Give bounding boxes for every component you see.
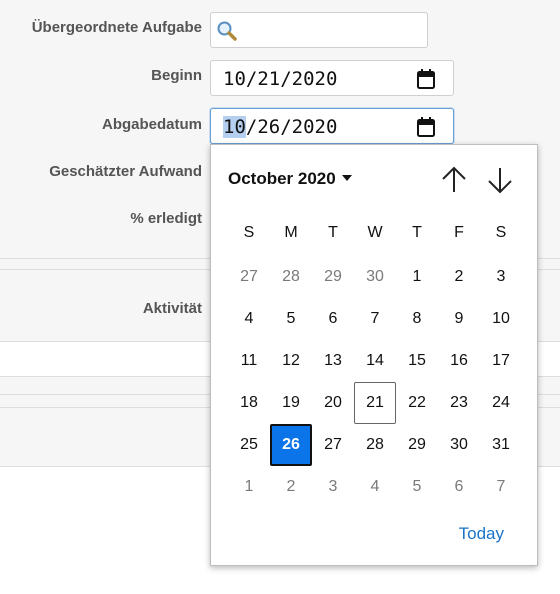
- calendar-day[interactable]: 23: [438, 382, 480, 424]
- calendar-day[interactable]: 2: [270, 466, 312, 508]
- calendar-day[interactable]: 4: [354, 466, 396, 508]
- weekday-label: S: [243, 224, 255, 241]
- calendar-day[interactable]: 24: [480, 382, 522, 424]
- parent-task-input[interactable]: [210, 12, 428, 48]
- calendar-day[interactable]: 20: [312, 382, 354, 424]
- due-date-label: Abgabedatum: [101, 116, 202, 133]
- month-year-selector[interactable]: October 2020: [228, 169, 352, 189]
- calendar-day[interactable]: 10: [480, 298, 522, 340]
- weekday-label: W: [367, 224, 383, 241]
- calendar-day[interactable]: 18: [228, 382, 270, 424]
- calendar-day[interactable]: 7: [480, 466, 522, 508]
- weekday-label: M: [284, 224, 298, 241]
- calendar-day[interactable]: 6: [312, 298, 354, 340]
- calendar-day[interactable]: 17: [480, 340, 522, 382]
- calendar-day[interactable]: 19: [270, 382, 312, 424]
- calendar-day[interactable]: 25: [228, 424, 270, 466]
- today-button[interactable]: Today: [459, 524, 504, 544]
- weekday-label: T: [412, 224, 422, 241]
- start-date-value: 10/21/2020: [223, 68, 338, 90]
- arrow-down-icon[interactable]: [486, 165, 514, 195]
- arrow-up-icon[interactable]: [440, 165, 468, 195]
- calendar-day[interactable]: 7: [354, 298, 396, 340]
- calendar-day[interactable]: 30: [354, 256, 396, 298]
- calendar-day[interactable]: 9: [438, 298, 480, 340]
- calendar-day[interactable]: 29: [396, 424, 438, 466]
- calendar-day[interactable]: 1: [396, 256, 438, 298]
- weekday-label: F: [454, 224, 464, 241]
- calendar-day[interactable]: 5: [396, 466, 438, 508]
- calendar-day[interactable]: 16: [438, 340, 480, 382]
- calendar-day[interactable]: 31: [480, 424, 522, 466]
- calendar-day[interactable]: 2: [438, 256, 480, 298]
- calendar-day[interactable]: 28: [270, 256, 312, 298]
- calendar-day[interactable]: 22: [396, 382, 438, 424]
- today-day[interactable]: 21: [354, 382, 396, 424]
- start-date-input[interactable]: 10/21/2020: [210, 60, 454, 96]
- calendar-day[interactable]: 14: [354, 340, 396, 382]
- calendar-day[interactable]: 11: [228, 340, 270, 382]
- caret-down-icon: [341, 175, 352, 181]
- calendar-day[interactable]: 5: [270, 298, 312, 340]
- calendar-day[interactable]: 8: [396, 298, 438, 340]
- calendar-day[interactable]: 3: [480, 256, 522, 298]
- calendar-day[interactable]: 27: [312, 424, 354, 466]
- activity-label: Aktivität: [142, 300, 202, 317]
- calendar-day[interactable]: 4: [228, 298, 270, 340]
- calendar-day[interactable]: 12: [270, 340, 312, 382]
- calendar-day[interactable]: 27: [228, 256, 270, 298]
- start-date-label: Beginn: [151, 67, 202, 84]
- due-date-input[interactable]: 10/26/2020: [210, 108, 454, 144]
- calendar-day[interactable]: 6: [438, 466, 480, 508]
- weekday-label: T: [328, 224, 338, 241]
- calendar-day[interactable]: 13: [312, 340, 354, 382]
- weekday-label: S: [495, 224, 507, 241]
- due-date-value: 10/26/2020: [223, 116, 337, 138]
- date-picker-popup: October 2020 SMTWTFS 27 28 29 30 1 2 3 4 5 6 7 8 9 10…: [210, 144, 538, 566]
- calendar-day[interactable]: 15: [396, 340, 438, 382]
- calendar-day[interactable]: 1: [228, 466, 270, 508]
- calendar-icon[interactable]: [417, 69, 435, 89]
- calendar-day[interactable]: 29: [312, 256, 354, 298]
- calendar-icon[interactable]: [417, 117, 435, 137]
- estimated-effort-label: Geschätzter Aufwand: [49, 163, 202, 180]
- calendar-day[interactable]: 3: [312, 466, 354, 508]
- magnifier-icon: [217, 21, 237, 41]
- selected-day[interactable]: 26: [270, 424, 312, 466]
- parent-task-label: Übergeordnete Aufgabe: [31, 19, 202, 36]
- month-title: October 2020: [228, 169, 336, 188]
- percent-done-label: % erledigt: [130, 210, 202, 227]
- due-date-selected-segment: 10: [223, 116, 246, 138]
- calendar-day[interactable]: 30: [438, 424, 480, 466]
- due-date-rest: /26/2020: [245, 116, 338, 138]
- calendar-day[interactable]: 28: [354, 424, 396, 466]
